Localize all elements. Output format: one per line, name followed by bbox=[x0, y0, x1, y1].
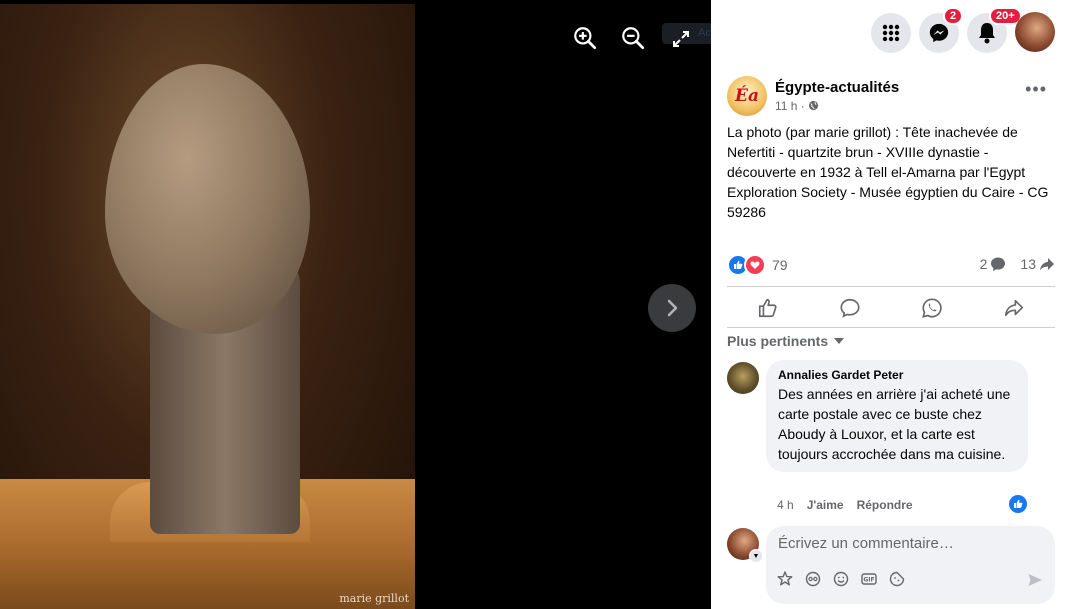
comment-reply-button[interactable]: Répondre bbox=[857, 498, 913, 512]
post-time-label: 11 h · bbox=[775, 99, 805, 113]
comment-like-reaction-icon[interactable] bbox=[1009, 495, 1027, 513]
post-text: La photo (par marie grillot) : Tête inac… bbox=[727, 124, 1049, 220]
next-photo-button[interactable] bbox=[648, 284, 696, 332]
comments-count-label: 2 bbox=[979, 256, 988, 272]
post-photo[interactable]: marie grillot bbox=[0, 4, 415, 609]
comment-author-avatar[interactable] bbox=[727, 362, 759, 394]
photo-watermark: marie grillot bbox=[339, 592, 409, 605]
messenger-badge: 2 bbox=[943, 7, 964, 25]
post-actions bbox=[727, 288, 1055, 328]
chevron-right-icon bbox=[667, 299, 678, 317]
top-navigation: 2 20+ bbox=[711, 0, 1071, 62]
comment-sort-label: Plus pertinents bbox=[727, 333, 829, 349]
comment-sort-dropdown[interactable]: Plus pertinents bbox=[727, 333, 845, 349]
comment-author[interactable]: Annalies Gardet Peter bbox=[778, 368, 1016, 382]
menu-button[interactable] bbox=[871, 13, 911, 53]
comment-button[interactable] bbox=[830, 293, 870, 323]
messenger-icon bbox=[929, 23, 949, 43]
whatsapp-icon bbox=[922, 298, 942, 318]
post-stats: 2 13 bbox=[980, 256, 1055, 272]
comment-input[interactable] bbox=[776, 534, 1040, 553]
grid-menu-icon bbox=[882, 24, 900, 42]
divider-bottom bbox=[727, 327, 1055, 328]
share-arrow-icon bbox=[1040, 258, 1054, 271]
comment-composer: GIF bbox=[766, 526, 1055, 604]
divider-top bbox=[727, 286, 1055, 287]
share-button[interactable] bbox=[994, 293, 1034, 323]
svg-text:GIF: GIF bbox=[863, 577, 874, 584]
camera-icon[interactable] bbox=[804, 570, 822, 588]
more-options-button[interactable]: ••• bbox=[1025, 80, 1047, 98]
post-sidebar: Éa Égypte-actualités 11 h · ••• La photo… bbox=[711, 62, 1071, 609]
gif-icon[interactable]: GIF bbox=[860, 570, 878, 588]
comment-like-button[interactable]: J'aime bbox=[807, 498, 844, 512]
composer-tools: GIF bbox=[776, 570, 906, 588]
zoom-out-icon[interactable] bbox=[620, 25, 648, 53]
comment-meta: 4 h J'aime Répondre bbox=[777, 498, 913, 512]
comment-text: Des années en arrière j'ai acheté une ca… bbox=[778, 386, 1011, 462]
share-icon bbox=[1004, 299, 1024, 317]
send-icon bbox=[1028, 574, 1042, 586]
shares-count-label: 13 bbox=[1020, 256, 1036, 272]
avatar-sticker-icon[interactable] bbox=[776, 570, 794, 588]
photo-viewer: marie grillot Activer Plein écran bbox=[0, 0, 860, 609]
chevron-down-icon[interactable]: ▼ bbox=[749, 549, 763, 563]
love-reaction-icon bbox=[744, 254, 766, 276]
comment-icon bbox=[840, 298, 860, 318]
comment-bubble: Annalies Gardet Peter Des années en arri… bbox=[766, 360, 1028, 472]
fullscreen-icon[interactable] bbox=[672, 30, 700, 58]
comments-count[interactable]: 2 bbox=[980, 256, 1007, 272]
thumbs-up-icon bbox=[758, 298, 777, 318]
sculpture-head bbox=[105, 64, 310, 334]
comment-time[interactable]: 4 h bbox=[777, 498, 794, 512]
bell-icon bbox=[979, 23, 995, 44]
caret-down-icon bbox=[834, 338, 845, 344]
post-time[interactable]: 11 h · bbox=[775, 99, 819, 113]
shares-count[interactable]: 13 bbox=[1020, 256, 1055, 272]
like-button[interactable] bbox=[748, 293, 788, 323]
zoom-in-icon[interactable] bbox=[572, 25, 600, 53]
send-comment-button[interactable] bbox=[1027, 572, 1043, 593]
whatsapp-share-button[interactable] bbox=[912, 293, 952, 323]
comment-bubble-icon bbox=[991, 257, 1006, 271]
page-name[interactable]: Égypte-actualités bbox=[775, 79, 899, 96]
reactions-summary[interactable]: 79 bbox=[727, 254, 788, 276]
account-avatar[interactable] bbox=[1015, 12, 1055, 52]
reactions-count: 79 bbox=[772, 257, 788, 273]
globe-icon bbox=[809, 100, 819, 111]
page-avatar[interactable]: Éa bbox=[727, 76, 767, 116]
emoji-icon[interactable] bbox=[832, 570, 850, 588]
sticker-icon[interactable] bbox=[888, 570, 906, 588]
